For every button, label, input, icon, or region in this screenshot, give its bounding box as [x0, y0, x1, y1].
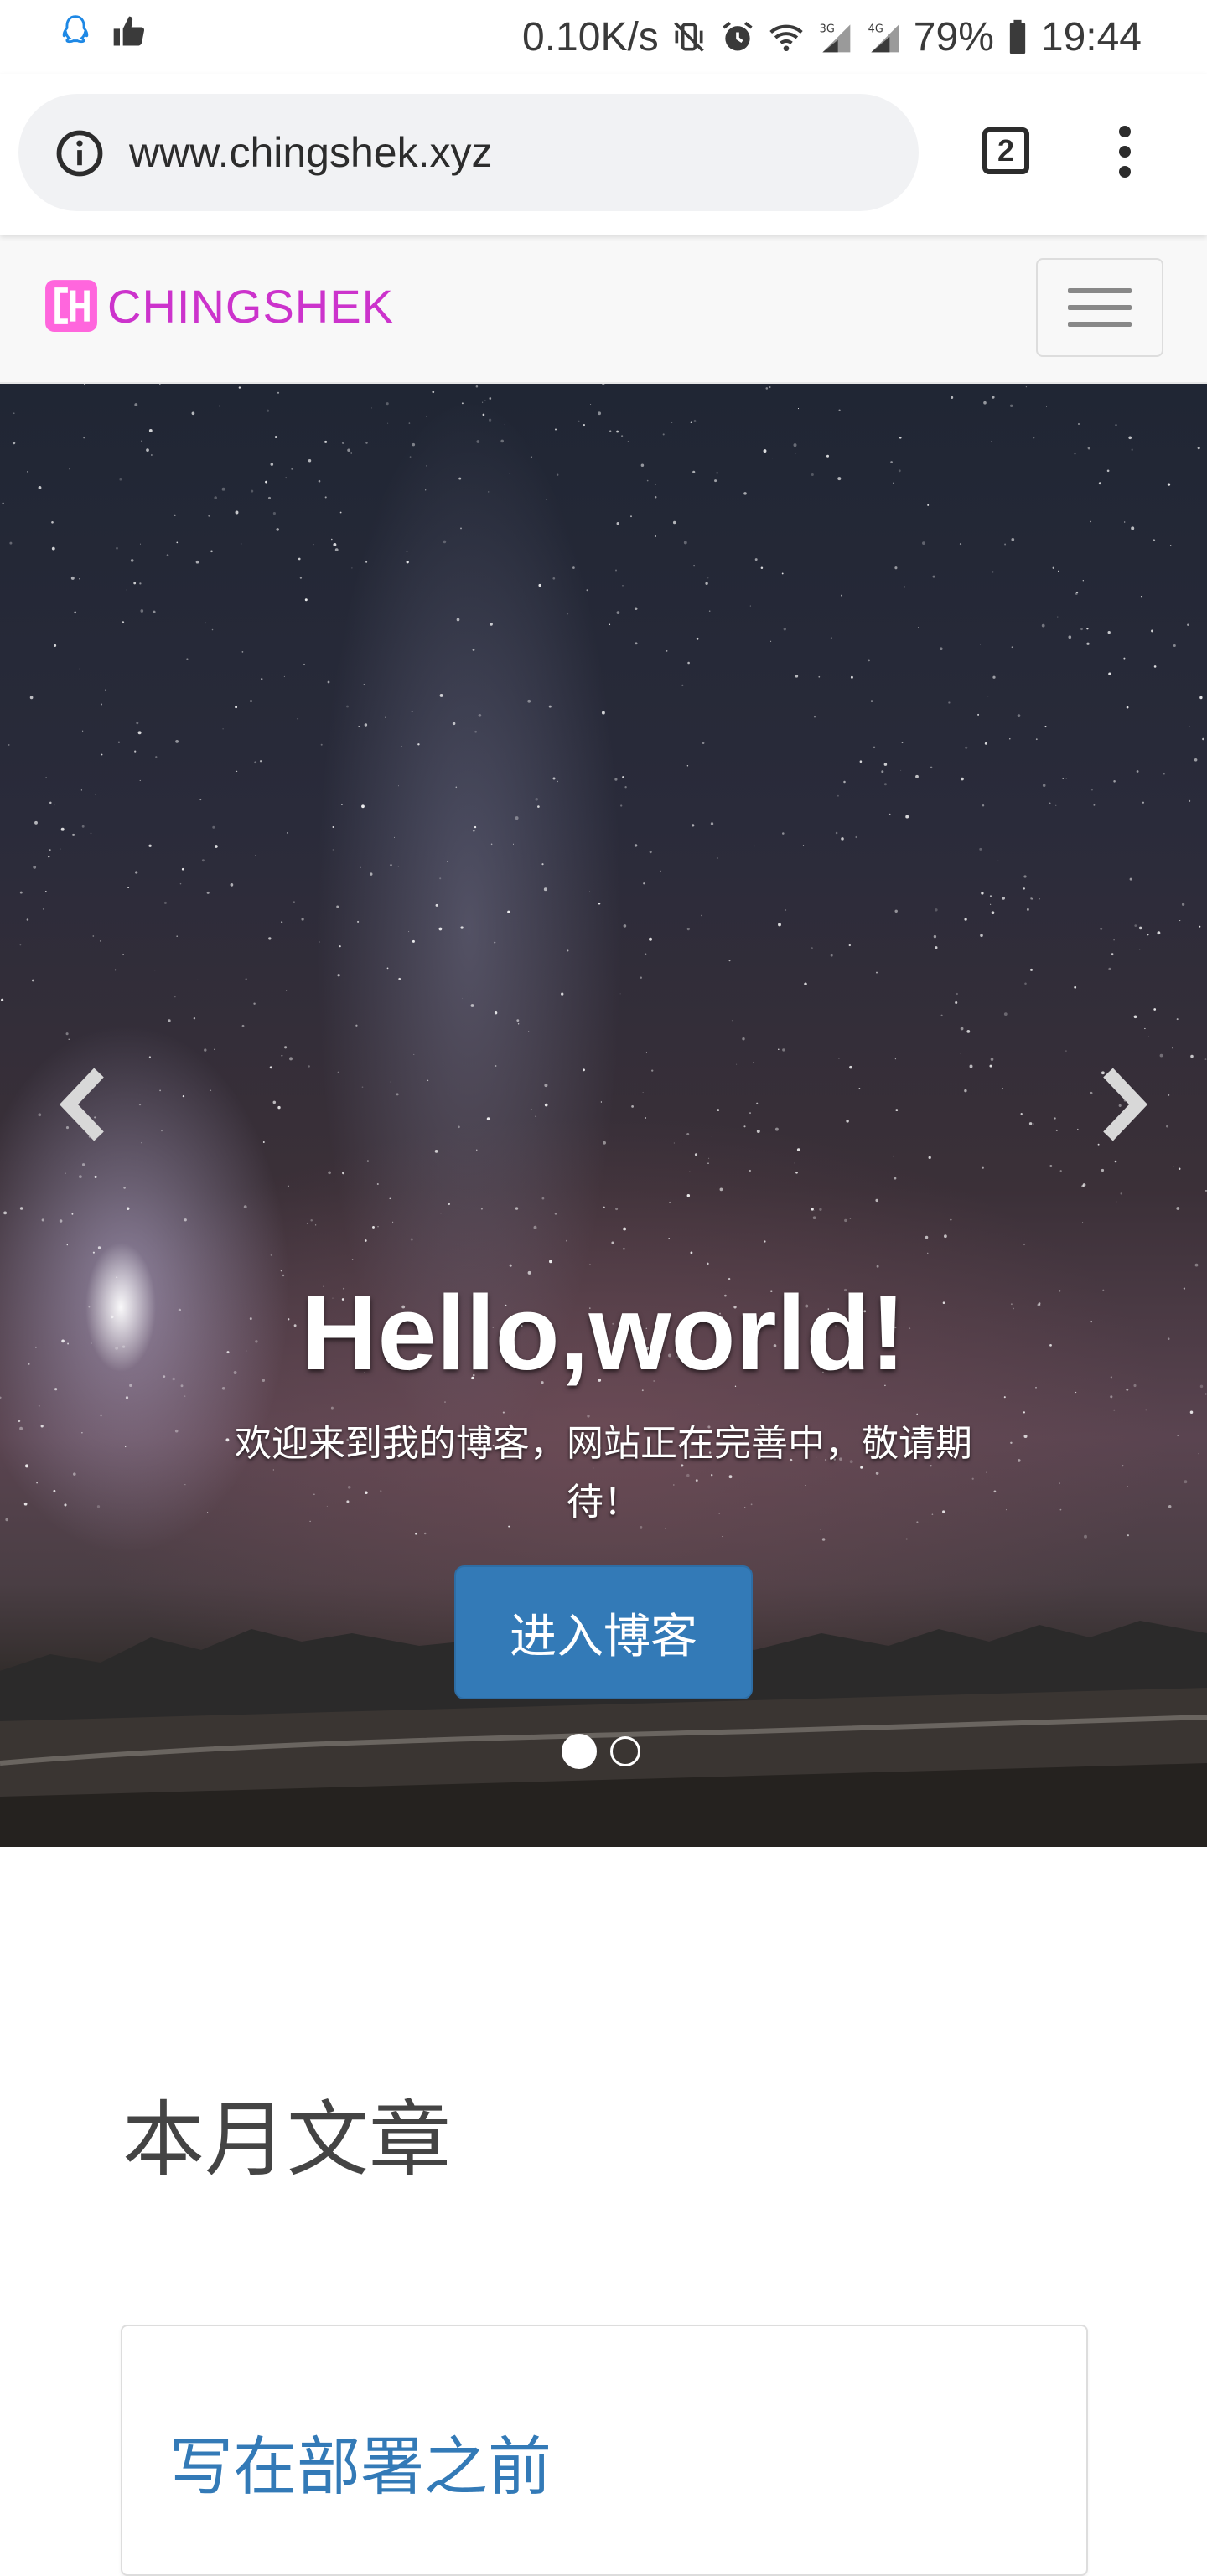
brand-name[interactable]: CHINGSHEK	[107, 279, 394, 334]
carousel-next-button[interactable]	[1088, 1063, 1155, 1146]
browser-toolbar: www.chingshek.xyz 2	[0, 74, 1207, 235]
carousel-indicator-1[interactable]	[562, 1734, 597, 1769]
info-icon[interactable]	[54, 127, 106, 179]
carousel-indicator-2[interactable]	[610, 1736, 640, 1766]
browser-menu-button[interactable]	[1106, 121, 1143, 188]
wifi-icon	[768, 18, 805, 55]
address-bar[interactable]: www.chingshek.xyz	[18, 94, 919, 211]
network-speed: 0.10K/s	[522, 14, 659, 59]
svg-text:3G: 3G	[819, 23, 834, 36]
brand-link[interactable]: CHINGSHEK	[44, 278, 394, 334]
enter-blog-button[interactable]: 进入博客	[454, 1565, 753, 1699]
article-title-link[interactable]: 写在部署之前	[169, 2415, 552, 2507]
brand-logo-icon	[44, 278, 99, 334]
carousel-prev-button[interactable]	[52, 1063, 119, 1146]
carousel-indicators	[562, 1734, 640, 1769]
battery-icon	[1006, 18, 1029, 55]
carousel-subtitle: 欢迎来到我的博客，网站正在完善中，敬请期待！	[235, 1423, 972, 1523]
svg-text:4G: 4G	[868, 23, 883, 36]
carousel-title: Hello,world!	[301, 1274, 906, 1392]
hero-carousel: Hello,world! 欢迎来到我的博客，网站正在完善中，敬请期待！ 进入博客	[0, 384, 1207, 1847]
clock: 19:44	[1040, 14, 1142, 59]
section-title: 本月文章	[122, 2093, 452, 2185]
signal-4g-icon: 4G	[865, 18, 902, 55]
url-text[interactable]: www.chingshek.xyz	[129, 126, 493, 179]
alarm-icon	[719, 18, 756, 55]
qq-icon	[57, 13, 94, 50]
hamburger-menu-button[interactable]	[1036, 258, 1163, 357]
site-navbar: CHINGSHEK	[0, 235, 1207, 384]
signal-3g-icon: 3G	[816, 18, 853, 55]
battery-percent: 79%	[913, 14, 994, 59]
tab-switcher-button[interactable]: 2	[982, 127, 1029, 174]
thumbs-up-icon	[111, 13, 148, 50]
article-card[interactable]: 写在部署之前	[121, 2325, 1088, 2576]
mute-vibrate-icon	[671, 18, 707, 55]
status-bar: 0.10K/s 3G 4G 79% 19:44	[0, 0, 1207, 74]
